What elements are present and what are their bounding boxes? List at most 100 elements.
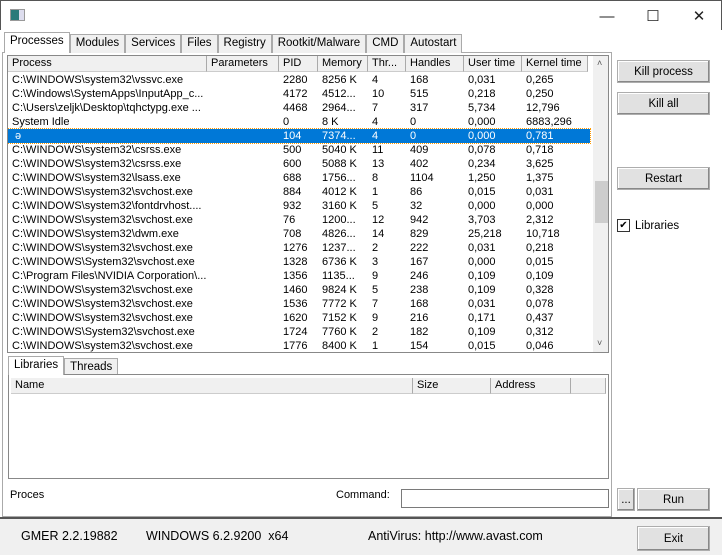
column-address[interactable]: Address bbox=[491, 378, 571, 394]
cell-process: C:\WINDOWS\system32\svchost.exe bbox=[12, 340, 193, 352]
restart-button[interactable]: Restart bbox=[617, 167, 710, 190]
cell-pid: 1620 bbox=[283, 312, 308, 324]
tab-libraries[interactable]: Libraries bbox=[8, 356, 65, 375]
close-button[interactable]: ✕ bbox=[676, 1, 722, 31]
cell-process: C:\WINDOWS\system32\csrss.exe bbox=[12, 158, 182, 170]
cell-pid: 1776 bbox=[283, 340, 308, 352]
table-row[interactable]: C:\Program Files\NVIDIA Corporation\... 1… bbox=[8, 269, 590, 283]
cell-pid: 884 bbox=[283, 186, 302, 198]
table-row[interactable]: C:\WINDOWS\system32\svchost.exe 1536 7772 … bbox=[8, 297, 590, 311]
cell-kernel-time: 0,078 bbox=[526, 298, 554, 310]
cell-kernel-time: 0,046 bbox=[526, 340, 554, 352]
process-list[interactable]: ˄ ˅ Process Parameters PID Memory Thr... Hand… bbox=[7, 55, 609, 353]
table-row[interactable]: C:\WINDOWS\system32\dwm.exe 708 4826... 14 8… bbox=[8, 227, 590, 241]
table-row[interactable]: C:\WINDOWS\System32\svchost.exe 1328 6736 … bbox=[8, 255, 590, 269]
main-tabs: Processes Modules Services Files Registry Roo… bbox=[4, 32, 463, 53]
table-row[interactable]: C:\WINDOWS\system32\svchost.exe 1776 8400 … bbox=[8, 339, 590, 352]
cell-memory: 4512... bbox=[322, 88, 356, 100]
cell-pid: 688 bbox=[283, 172, 302, 184]
cell-user-time: 0,109 bbox=[468, 270, 496, 282]
tab-files[interactable]: Files bbox=[181, 34, 218, 53]
libraries-checkbox[interactable]: ✔ Libraries bbox=[617, 219, 679, 232]
cell-threads: 4 bbox=[372, 130, 379, 142]
process-status-text: Proces bbox=[10, 489, 45, 501]
cell-threads: 7 bbox=[372, 102, 379, 114]
cell-handles: 0 bbox=[410, 130, 417, 142]
table-row[interactable]: C:\WINDOWS\system32\lsass.exe 688 1756... 8… bbox=[8, 171, 590, 185]
tab-cmd[interactable]: CMD bbox=[366, 34, 405, 53]
cell-memory: 9824 K bbox=[322, 284, 357, 296]
run-button[interactable]: Run bbox=[637, 488, 710, 511]
table-row[interactable]: C:\Users\zeljk\Desktop\tqhctypg.exe ... 4… bbox=[8, 101, 590, 115]
cell-process: C:\WINDOWS\system32\svchost.exe bbox=[12, 214, 193, 226]
table-row[interactable]: C:\WINDOWS\system32\vssvc.exe 2280 8256 K 4… bbox=[8, 73, 590, 87]
table-row[interactable]: C:\Windows\SystemApps\InputApp_c... 4172 4… bbox=[8, 87, 590, 101]
cell-memory: 5040 K bbox=[322, 144, 357, 156]
table-row[interactable]: C:\WINDOWS\system32\fontdrvhost.... 932 31… bbox=[8, 199, 590, 213]
table-row[interactable]: ə 104 7374... 4 0 0,000 0,781 bbox=[8, 128, 591, 144]
cell-pid: 600 bbox=[283, 158, 302, 170]
table-row[interactable]: C:\WINDOWS\System32\svchost.exe 1724 7760 … bbox=[8, 325, 590, 339]
cell-user-time: 0,171 bbox=[468, 312, 496, 324]
cell-handles: 1104 bbox=[410, 172, 434, 184]
vertical-scrollbar[interactable]: ˄ ˅ bbox=[593, 56, 608, 352]
browse-button[interactable]: ... bbox=[617, 488, 635, 511]
tab-rootkit-malware[interactable]: Rootkit/Malware bbox=[271, 34, 367, 53]
kill-all-button[interactable]: Kill all bbox=[617, 92, 710, 115]
table-row[interactable]: C:\WINDOWS\system32\csrss.exe 600 5088 K 13… bbox=[8, 157, 590, 171]
cell-memory: 1135... bbox=[322, 270, 355, 282]
maximize-button[interactable]: ☐ bbox=[630, 1, 676, 31]
column-kernel-time[interactable]: Kernel time bbox=[522, 56, 588, 72]
cell-threads: 8 bbox=[372, 172, 379, 184]
table-row[interactable]: C:\WINDOWS\system32\svchost.exe 76 1200...… bbox=[8, 213, 590, 227]
cell-user-time: 0,000 bbox=[468, 116, 496, 128]
tab-services[interactable]: Services bbox=[125, 34, 182, 53]
exit-button[interactable]: Exit bbox=[637, 526, 710, 551]
cell-user-time: 25,218 bbox=[468, 228, 502, 240]
cell-user-time: 0,015 bbox=[468, 186, 496, 198]
cell-handles: 829 bbox=[410, 228, 429, 240]
table-row[interactable]: C:\WINDOWS\system32\svchost.exe 884 4012 K… bbox=[8, 185, 590, 199]
tab-autostart[interactable]: Autostart bbox=[404, 34, 463, 53]
cell-memory: 7760 K bbox=[322, 326, 357, 338]
cell-kernel-time: 0,718 bbox=[526, 144, 554, 156]
column-handles[interactable]: Handles bbox=[406, 56, 464, 72]
command-input[interactable] bbox=[401, 489, 609, 508]
cell-memory: 6736 K bbox=[322, 256, 357, 268]
scroll-thumb[interactable] bbox=[595, 181, 608, 223]
cell-handles: 222 bbox=[410, 242, 429, 254]
scroll-up-icon[interactable]: ˄ bbox=[597, 58, 602, 68]
column-parameters[interactable]: Parameters bbox=[207, 56, 279, 72]
column-threads[interactable]: Thr... bbox=[368, 56, 406, 72]
libraries-list[interactable]: Name Size Address bbox=[8, 374, 609, 479]
cell-threads: 2 bbox=[372, 242, 379, 254]
cell-kernel-time: 0,328 bbox=[526, 284, 554, 296]
table-row[interactable]: C:\WINDOWS\system32\svchost.exe 1276 1237.… bbox=[8, 241, 590, 255]
column-memory[interactable]: Memory bbox=[318, 56, 368, 72]
cell-user-time: 0,109 bbox=[468, 326, 496, 338]
cell-process: C:\WINDOWS\system32\vssvc.exe bbox=[12, 74, 184, 86]
kill-process-button[interactable]: Kill process bbox=[617, 60, 710, 83]
cell-pid: 76 bbox=[283, 214, 296, 226]
cell-memory: 2964... bbox=[322, 102, 356, 114]
column-pid[interactable]: PID bbox=[279, 56, 318, 72]
cell-kernel-time: 2,312 bbox=[526, 214, 554, 226]
minimize-button[interactable]: — bbox=[584, 1, 630, 31]
cell-pid: 2280 bbox=[283, 74, 308, 86]
column-user-time[interactable]: User time bbox=[464, 56, 522, 72]
table-row[interactable]: C:\WINDOWS\system32\svchost.exe 1460 9824 … bbox=[8, 283, 590, 297]
table-row[interactable]: C:\WINDOWS\system32\svchost.exe 1620 7152 … bbox=[8, 311, 590, 325]
cell-pid: 932 bbox=[283, 200, 302, 212]
scroll-down-icon[interactable]: ˅ bbox=[597, 338, 602, 348]
tab-modules[interactable]: Modules bbox=[69, 34, 126, 53]
column-process[interactable]: Process bbox=[8, 56, 207, 72]
table-row[interactable]: System Idle 0 8 K 4 0 0,000 6883,296 bbox=[8, 115, 590, 129]
tab-processes[interactable]: Processes bbox=[4, 32, 70, 53]
tab-registry[interactable]: Registry bbox=[217, 34, 272, 53]
tab-threads[interactable]: Threads bbox=[64, 358, 119, 375]
column-size[interactable]: Size bbox=[413, 378, 491, 394]
column-name[interactable]: Name bbox=[11, 378, 413, 394]
table-row[interactable]: C:\WINDOWS\system32\csrss.exe 500 5040 K 11… bbox=[8, 143, 590, 157]
cell-memory: 8 K bbox=[322, 116, 339, 128]
checkbox-check-icon[interactable]: ✔ bbox=[617, 219, 630, 232]
